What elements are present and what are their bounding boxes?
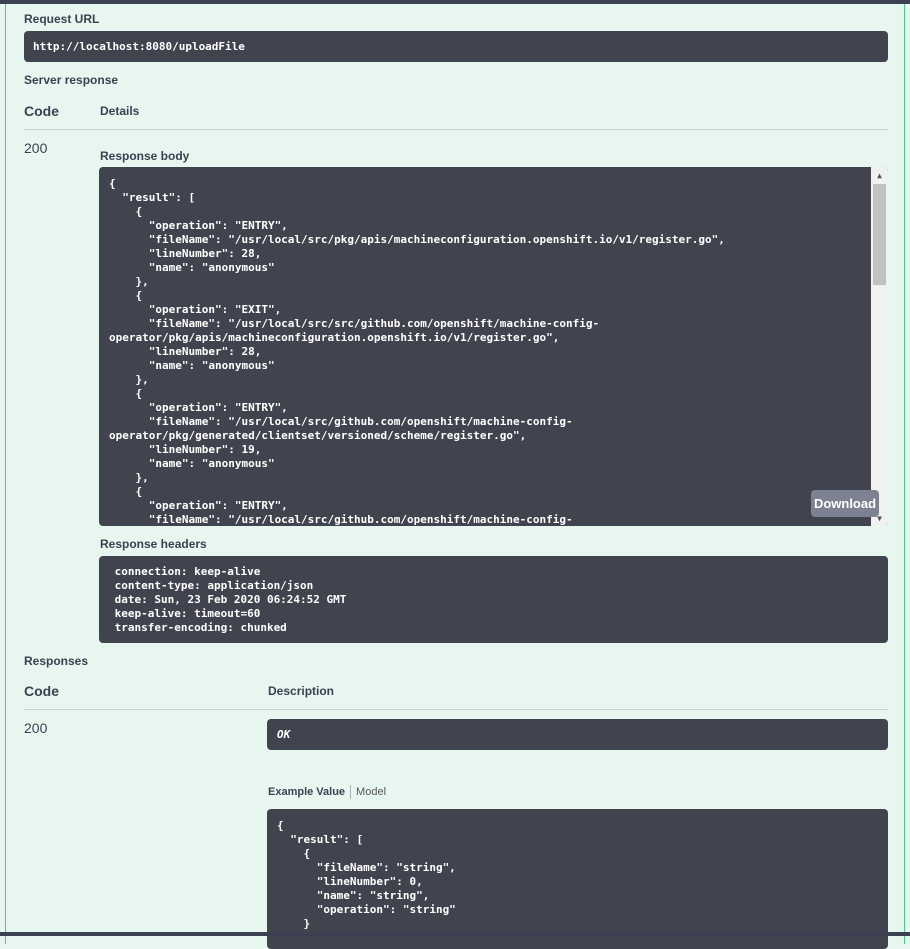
example-value-text: { "result": [ { "fileName": "string", "l…: [277, 819, 456, 930]
responses-description-header: Description: [268, 684, 335, 698]
response-headers: connection: keep-alive content-type: app…: [99, 556, 888, 643]
responses-status-code: 200: [24, 720, 48, 736]
server-response-details-header: Details: [100, 104, 140, 118]
request-url-value: http://localhost:8080/uploadFile: [24, 31, 888, 62]
divider: [24, 709, 888, 710]
download-button[interactable]: Download: [811, 490, 879, 517]
response-status-code: 200: [24, 140, 48, 156]
tab-model[interactable]: Model: [356, 786, 386, 798]
divider: [24, 129, 888, 130]
responses-code-header: Code: [24, 683, 59, 699]
server-response-code-header: Code: [24, 103, 59, 119]
request-url-label: Request URL: [24, 12, 100, 26]
tab-example-value[interactable]: Example Value: [268, 786, 345, 798]
bottom-bar: [0, 932, 910, 936]
example-model-tabs: Example Value Model: [268, 785, 386, 799]
scroll-up-icon[interactable]: ▲: [873, 169, 886, 183]
server-response-label: Server response: [24, 73, 119, 87]
response-headers-text: connection: keep-alive content-type: app…: [114, 565, 347, 634]
response-headers-label: Response headers: [100, 537, 207, 551]
operation-panel: Request URL http://localhost:8080/upload…: [5, 4, 905, 949]
tab-separator: [350, 785, 352, 799]
response-body[interactable]: { "result": [ { "operation": "ENTRY", "f…: [99, 167, 888, 526]
response-body-label: Response body: [100, 149, 190, 163]
response-description: OK: [267, 719, 888, 750]
example-value: { "result": [ { "fileName": "string", "l…: [267, 809, 888, 949]
scrollbar-thumb[interactable]: [873, 184, 886, 285]
responses-label: Responses: [24, 654, 89, 668]
response-body-text: { "result": [ { "operation": "ENTRY", "f…: [109, 177, 725, 526]
